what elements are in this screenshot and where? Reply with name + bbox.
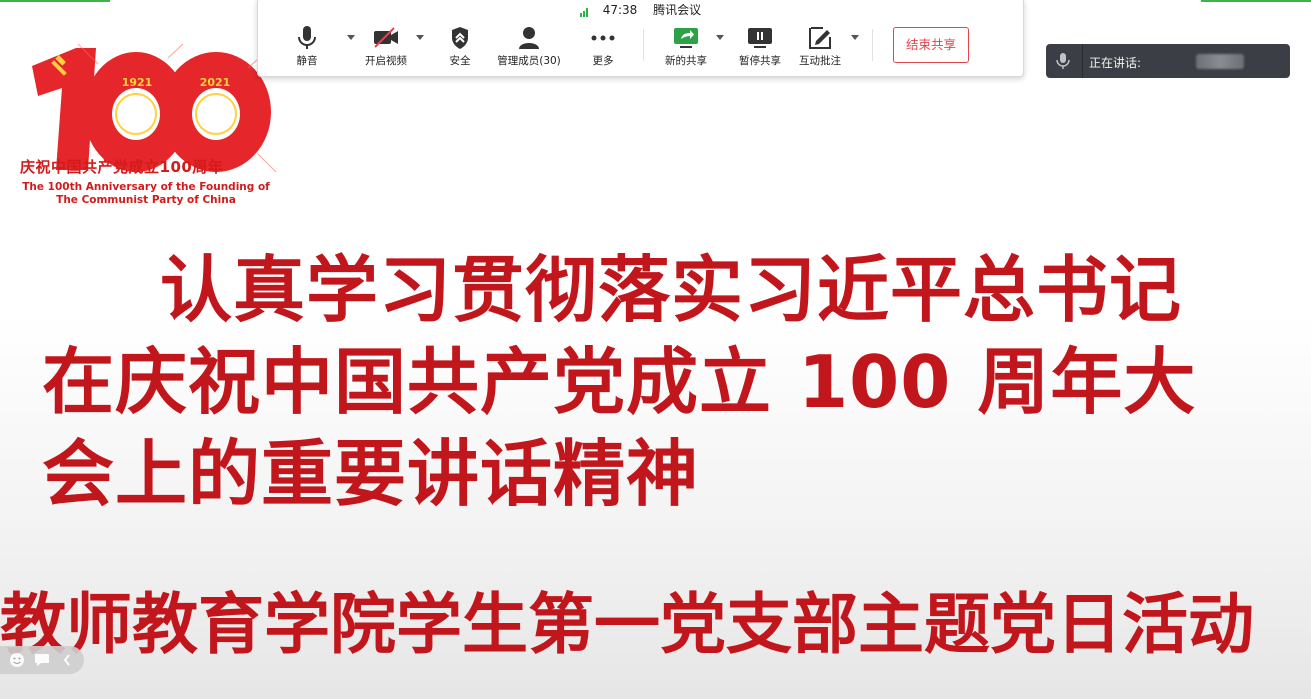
more-button[interactable]: 更多 bbox=[588, 25, 618, 68]
start-video-button[interactable]: 开启视频 bbox=[362, 25, 410, 68]
start-video-label: 开启视频 bbox=[365, 55, 407, 67]
top-border-accent-left bbox=[0, 0, 110, 2]
security-button[interactable]: 安全 bbox=[444, 25, 476, 68]
end-share-button[interactable]: 结束共享 bbox=[893, 27, 969, 63]
speaking-label: 正在讲话: bbox=[1089, 56, 1142, 70]
annotate-pen-icon bbox=[809, 27, 831, 49]
logo-year-start: 1921 bbox=[121, 76, 153, 89]
new-share-icon bbox=[674, 28, 698, 48]
slide-subtitle: 教师教育学院学生第一党支部主题党日活动 bbox=[0, 586, 1254, 663]
speaking-microphone-icon bbox=[1056, 53, 1070, 69]
new-share-button[interactable]: 新的共享 bbox=[662, 25, 710, 68]
annotate-options-caret-icon[interactable] bbox=[851, 35, 859, 40]
logo-caption-en-line-1: The 100th Anniversary of the Founding of bbox=[22, 181, 270, 193]
pause-share-button[interactable]: 暂停共享 bbox=[736, 25, 784, 68]
security-label: 安全 bbox=[449, 55, 471, 67]
video-options-caret-icon[interactable] bbox=[416, 35, 424, 40]
speaker-name-redacted bbox=[1196, 54, 1244, 69]
collapse-chevron-left-icon[interactable] bbox=[62, 652, 72, 668]
logo-caption-en: The 100th Anniversary of the Founding of… bbox=[20, 181, 272, 207]
toolbar-divider bbox=[872, 29, 873, 61]
slide-title: 认真学习贯彻落实习近平总书记 在庆祝中国共产党成立 100 周年大 会上的重要讲… bbox=[42, 244, 1272, 520]
video-off-icon bbox=[374, 27, 398, 48]
more-dots-icon bbox=[591, 35, 615, 41]
speaking-indicator: 正在讲话: bbox=[1046, 44, 1290, 78]
slide-title-line-2: 在庆祝中国共产党成立 100 周年大 bbox=[42, 340, 1197, 424]
logo-caption-en-line-2: The Communist Party of China bbox=[56, 194, 236, 206]
share-options-caret-icon[interactable] bbox=[716, 35, 724, 40]
microphone-icon bbox=[298, 26, 316, 49]
speaking-divider bbox=[1082, 44, 1083, 78]
chat-bubble-icon[interactable] bbox=[33, 652, 51, 668]
annotate-label: 互动批注 bbox=[799, 55, 841, 67]
manage-members-button[interactable]: 管理成员(30) bbox=[494, 25, 564, 68]
meeting-status-bar: 47:38 腾讯会议 bbox=[258, 1, 1023, 19]
mute-options-caret-icon[interactable] bbox=[347, 35, 355, 40]
slide-title-line-1: 认真学习贯彻落实习近平总书记 bbox=[160, 248, 1183, 332]
reaction-emoji-icon[interactable] bbox=[8, 652, 26, 668]
mute-button[interactable]: 静音 bbox=[296, 25, 318, 68]
annotate-button[interactable]: 互动批注 bbox=[796, 25, 844, 68]
slide-title-line-3: 会上的重要讲话精神 bbox=[42, 432, 700, 516]
logo-caption-cn: 庆祝中国共产党成立100周年 bbox=[20, 158, 224, 176]
pause-share-icon bbox=[748, 28, 772, 48]
logo-year-end: 2021 bbox=[199, 76, 231, 89]
meeting-toolbar: 47:38 腾讯会议 静音 开启视频 安全 管理成员(30) 更多 新的共享 暂… bbox=[257, 0, 1024, 77]
floating-mini-controls bbox=[0, 646, 84, 674]
members-icon bbox=[519, 27, 539, 49]
signal-strength-icon bbox=[579, 3, 589, 17]
pause-share-label: 暂停共享 bbox=[739, 55, 781, 67]
meeting-app-name: 腾讯会议 bbox=[653, 3, 702, 17]
more-label: 更多 bbox=[592, 55, 614, 67]
mute-label: 静音 bbox=[296, 55, 318, 67]
shield-icon bbox=[452, 27, 468, 49]
meeting-timer: 47:38 bbox=[602, 2, 638, 17]
new-share-label: 新的共享 bbox=[665, 55, 707, 67]
manage-members-label: 管理成员(30) bbox=[497, 55, 561, 67]
toolbar-divider bbox=[643, 29, 644, 61]
top-border-accent-right bbox=[1201, 0, 1311, 2]
